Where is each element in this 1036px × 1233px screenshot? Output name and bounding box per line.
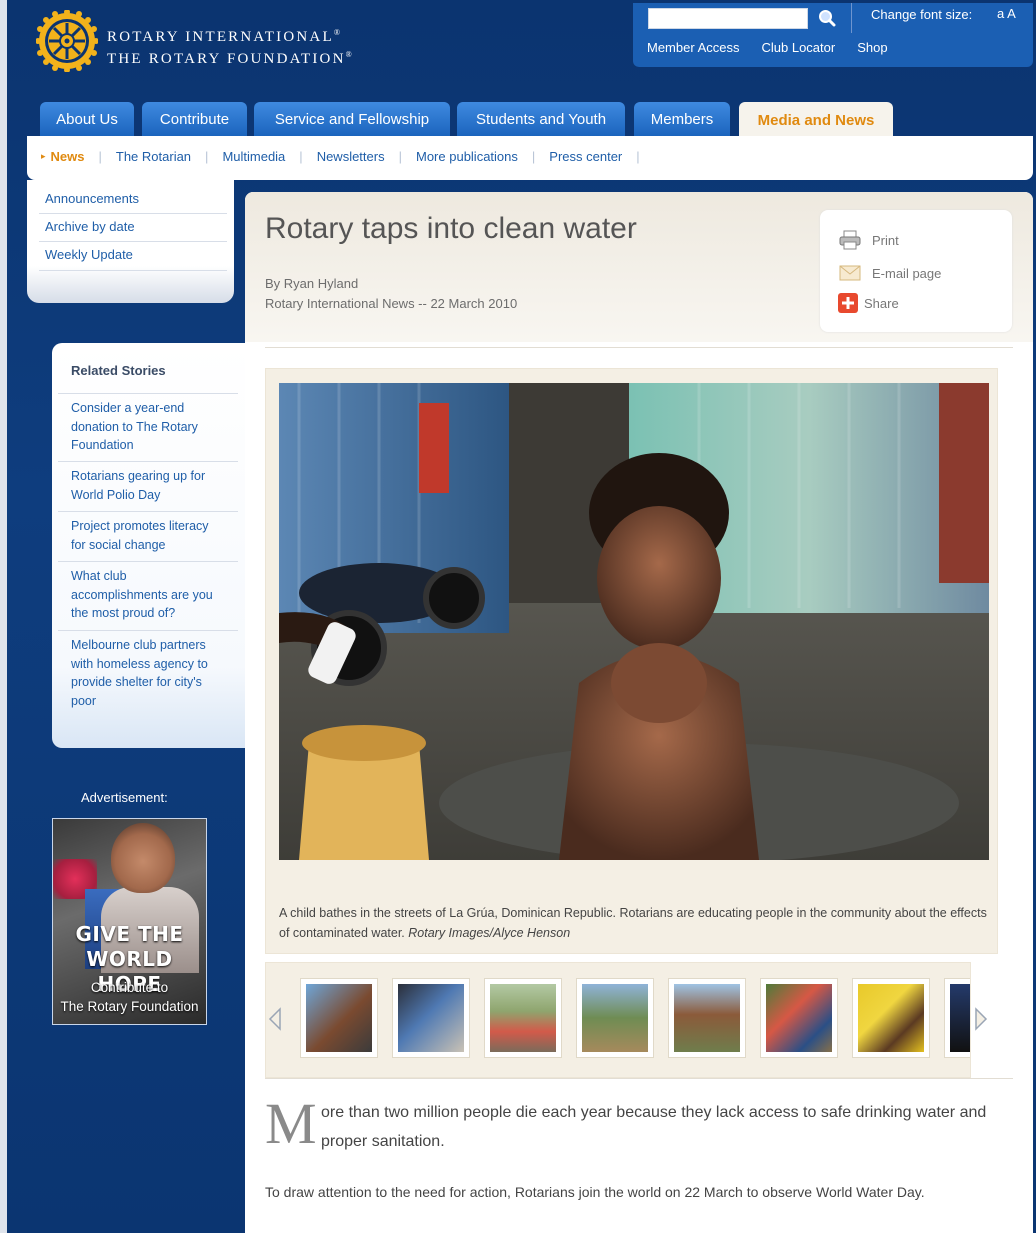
related-story-link[interactable]: What club accomplishments are you the mo…: [71, 567, 226, 623]
tab-about-us[interactable]: About Us: [40, 102, 134, 136]
tab-contribute[interactable]: Contribute: [142, 102, 247, 136]
divider: [58, 511, 238, 512]
search-button[interactable]: [813, 6, 841, 30]
side-link-announcements[interactable]: Announcements: [45, 191, 139, 206]
member-access-link[interactable]: Member Access: [647, 40, 739, 55]
font-size-label: Change font size:: [871, 7, 973, 22]
page-edge: [0, 0, 7, 1233]
subnav-separator: |: [205, 149, 209, 164]
related-story-link[interactable]: Rotarians gearing up for World Polio Day: [71, 467, 226, 504]
related-story-link[interactable]: Project promotes literacy for social cha…: [71, 517, 226, 554]
share-button[interactable]: Share: [838, 293, 899, 313]
printer-icon: [838, 230, 862, 250]
advertisement-banner[interactable]: GIVE THE WORLD HOPE Contribute to The Ro…: [52, 818, 207, 1025]
brand-line-2: THE ROTARY FOUNDATION®: [107, 50, 354, 67]
plus-icon: [838, 293, 862, 313]
article-author: By Ryan Hyland: [265, 276, 359, 291]
email-page-button[interactable]: E-mail page: [838, 263, 941, 283]
article-lead: ore than two million people die each yea…: [321, 1104, 987, 1150]
divider: [39, 241, 227, 242]
divider: [265, 1078, 1013, 1079]
article-paragraph: To draw attention to the need for action…: [265, 1184, 925, 1200]
utility-links: Member Access Club Locator Shop: [647, 40, 888, 55]
search-input[interactable]: [648, 8, 808, 29]
subnav-separator: |: [398, 149, 402, 164]
print-button[interactable]: Print: [838, 230, 899, 250]
font-size-toggle[interactable]: a A: [997, 6, 1016, 21]
chevron-left-icon[interactable]: [268, 1007, 282, 1031]
shop-link[interactable]: Shop: [857, 40, 887, 55]
related-story-link[interactable]: Melbourne club partners with homeless ag…: [71, 636, 226, 710]
gallery-thumbnail[interactable]: [760, 978, 838, 1058]
subnav-news[interactable]: News: [51, 149, 85, 164]
envelope-icon: [838, 263, 862, 283]
section-menu: Announcements Archive by date Weekly Upd…: [27, 180, 234, 303]
photo-gallery-strip: [265, 962, 988, 1078]
brand-line-1: ROTARY INTERNATIONAL®: [107, 28, 343, 45]
tab-students-and-youth[interactable]: Students and Youth: [457, 102, 625, 136]
photo-credit: Rotary Images/Alyce Henson: [408, 926, 571, 940]
share-label: Share: [864, 295, 899, 311]
side-link-weekly-update[interactable]: Weekly Update: [45, 247, 133, 262]
divider: [39, 270, 227, 271]
divider: [58, 561, 238, 562]
article-byline: By Ryan Hyland Rotary International News…: [265, 274, 517, 314]
gallery-thumbnail[interactable]: [484, 978, 562, 1058]
tab-members[interactable]: Members: [634, 102, 730, 136]
related-stories: Related Stories Consider a year-end dona…: [52, 343, 245, 748]
utility-divider: [851, 3, 852, 33]
advertisement-label: Advertisement:: [81, 790, 168, 805]
photo-caption: A child bathes in the streets of La Grúa…: [279, 906, 987, 940]
club-locator-link[interactable]: Club Locator: [761, 40, 835, 55]
sub-nav: ▸ News | The Rotarian | Multimedia | New…: [27, 136, 1033, 180]
divider: [58, 393, 238, 394]
brand-wordmark[interactable]: ROTARY INTERNATIONAL® THE ROTARY FOUNDAT…: [107, 24, 354, 68]
gallery-thumbnail[interactable]: [668, 978, 746, 1058]
subnav-separator: |: [531, 149, 536, 164]
article-title: Rotary taps into clean water: [265, 212, 637, 245]
subnav-press-center[interactable]: Press center: [549, 149, 622, 164]
gallery-thumbnail[interactable]: [392, 978, 470, 1058]
article-source-date: Rotary International News -- 22 March 20…: [265, 296, 518, 311]
utility-bar: Change font size: a A Member Access Club…: [633, 3, 1033, 67]
gallery-thumbnail[interactable]: [944, 978, 970, 1058]
article-tools: Print E-mail page Share: [820, 210, 1012, 332]
ad-photo-child-face: [111, 823, 175, 893]
print-label: Print: [872, 232, 899, 248]
related-story-link[interactable]: Consider a year-end donation to The Rota…: [71, 399, 226, 455]
email-page-label: E-mail page: [872, 265, 942, 281]
subnav-separator: |: [636, 149, 640, 164]
tab-service-and-fellowship[interactable]: Service and Fellowship: [254, 102, 450, 136]
subnav-multimedia[interactable]: Multimedia: [222, 149, 285, 164]
gallery-thumbnail[interactable]: [300, 978, 378, 1058]
article-photo[interactable]: [279, 383, 989, 860]
side-link-archive-by-date[interactable]: Archive by date: [45, 219, 135, 234]
divider: [58, 630, 238, 631]
tab-media-and-news[interactable]: Media and News: [739, 102, 893, 138]
photo-frame: A child bathes in the streets of La Grúa…: [265, 368, 998, 954]
article-panel: Rotary taps into clean water By Ryan Hyl…: [245, 192, 1033, 1233]
divider: [265, 347, 1013, 348]
divider: [58, 461, 238, 462]
related-stories-title: Related Stories: [71, 363, 166, 378]
subnav-separator: |: [299, 149, 303, 164]
chevron-right-icon[interactable]: [974, 1007, 988, 1031]
subnav-more-publications[interactable]: More publications: [416, 149, 518, 164]
subnav-newsletters[interactable]: Newsletters: [317, 149, 385, 164]
divider: [39, 213, 227, 214]
article-header: Rotary taps into clean water By Ryan Hyl…: [245, 192, 1033, 342]
ad-subline: Contribute to The Rotary Foundation: [60, 980, 199, 1014]
gallery-thumbnail[interactable]: [852, 978, 930, 1058]
active-bullet-icon: ▸: [41, 151, 46, 161]
search-icon: [819, 10, 836, 27]
subnav-the-rotarian[interactable]: The Rotarian: [116, 149, 191, 164]
rotary-wheel-logo-icon[interactable]: [36, 10, 98, 72]
drop-cap: M: [265, 1091, 317, 1156]
photo-child-bathing: [279, 383, 989, 860]
subnav-separator: |: [98, 149, 102, 164]
gallery-thumbnail[interactable]: [576, 978, 654, 1058]
